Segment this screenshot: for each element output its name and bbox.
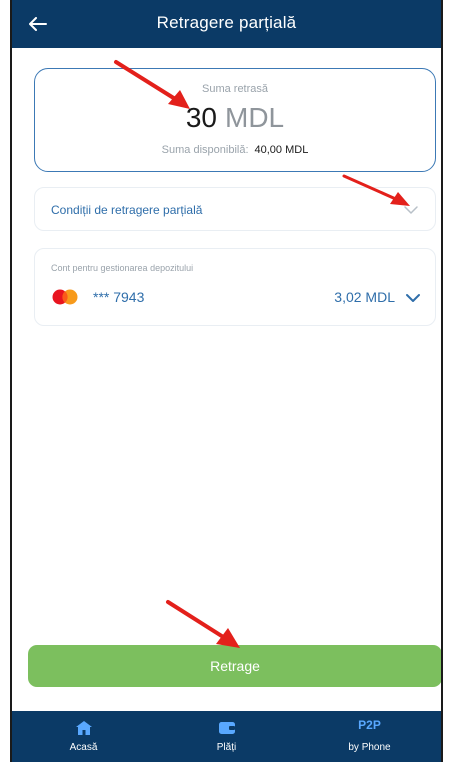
bottom-navigation: Acasă Plăți P2P by Phone <box>12 711 441 762</box>
chevron-down-icon <box>406 294 420 302</box>
available-balance-label: Suma disponibilă: <box>161 144 249 156</box>
wallet-icon <box>217 719 237 737</box>
tab-p2p-by-phone[interactable]: P2P by Phone <box>298 711 441 762</box>
page-title: Retragere parțială <box>156 13 297 32</box>
withdrawal-amount-card[interactable]: Suma retrasă 30 MDL Suma disponibilă: 40,0… <box>34 68 436 172</box>
deposit-account-selector[interactable]: Cont pentru gestionarea depozitului *** … <box>34 248 436 326</box>
p2p-icon: P2P <box>358 718 381 732</box>
withdrawal-amount-value: 30 <box>185 102 218 133</box>
home-icon <box>74 719 94 737</box>
withdraw-button[interactable]: Retrage <box>28 645 441 687</box>
chevron-down-icon <box>404 206 418 214</box>
app-screen: Retragere parțială Suma retrasă 30 MDL Su… <box>10 0 443 762</box>
withdrawal-conditions-label: Condiții de retragere parțială <box>51 203 203 217</box>
card-masked-number: *** 7943 <box>93 289 145 305</box>
top-app-bar: Retragere parțială <box>12 0 441 48</box>
withdrawal-amount-currency: MDL <box>225 102 285 133</box>
withdrawal-amount-label: Suma retrasă <box>201 83 269 95</box>
tab-home-label: Acasă <box>69 742 98 753</box>
mastercard-icon <box>52 289 78 305</box>
withdrawal-amount[interactable]: 30 MDL <box>35 101 435 135</box>
deposit-account-label: Cont pentru gestionarea depozitului <box>51 263 194 273</box>
tab-p2p-label: by Phone <box>348 742 391 753</box>
tab-payments-label: Plăți <box>216 742 237 753</box>
available-balance: Suma disponibilă: 40,00 MDL <box>35 144 435 156</box>
account-balance: 3,02 MDL <box>334 289 395 305</box>
tab-home[interactable]: Acasă <box>12 711 155 762</box>
tab-payments[interactable]: Plăți <box>155 711 298 762</box>
withdrawal-conditions-dropdown[interactable]: Condiții de retragere parțială <box>34 187 436 231</box>
available-balance-value: 40,00 MDL <box>254 144 309 156</box>
